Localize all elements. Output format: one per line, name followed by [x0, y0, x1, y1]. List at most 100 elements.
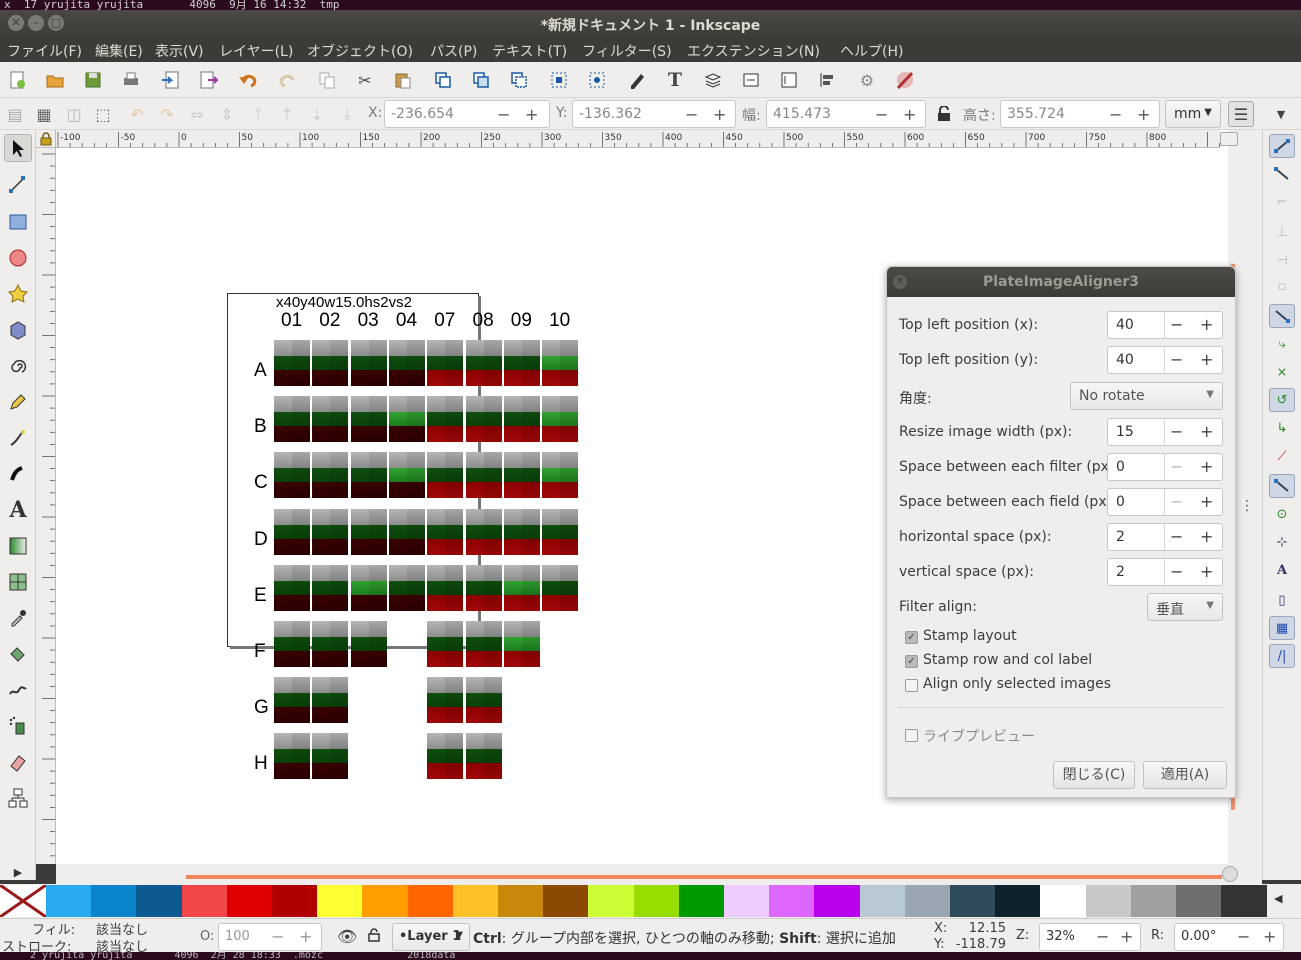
undo-icon[interactable] — [238, 69, 260, 91]
plate-well-image[interactable] — [312, 733, 349, 780]
plate-well-image[interactable] — [388, 452, 425, 499]
lower-icon[interactable]: ⇣ — [306, 103, 328, 125]
plate-well-image[interactable] — [542, 452, 579, 499]
snap-bbox-icon[interactable] — [1269, 162, 1295, 186]
layers-icon[interactable] — [702, 69, 724, 91]
raise-icon[interactable]: ⇡ — [276, 103, 298, 125]
x-decrement-button[interactable]: − — [497, 105, 510, 124]
plate-well-image[interactable] — [388, 340, 425, 386]
plate-well-image[interactable] — [312, 340, 349, 386]
xml-editor-icon[interactable] — [626, 69, 648, 91]
clone-icon[interactable] — [470, 69, 492, 91]
horizontal-space-decrement-button[interactable]: − — [1170, 527, 1183, 546]
rotate-cw-icon[interactable]: ↷ — [156, 103, 178, 125]
snap-text-baseline-icon[interactable]: A — [1269, 558, 1295, 582]
color-swatch[interactable] — [498, 885, 544, 917]
selector-tool-icon[interactable] — [4, 134, 32, 162]
zoom-in-button[interactable]: + — [1120, 927, 1133, 946]
plate-well-image[interactable] — [503, 508, 540, 555]
panel-handle-icon[interactable]: ⋮ — [1240, 498, 1254, 514]
color-swatch[interactable] — [859, 885, 906, 917]
rectangle-tool-icon[interactable] — [4, 208, 32, 236]
plate-well-image[interactable] — [388, 396, 425, 443]
color-swatch[interactable] — [46, 885, 92, 917]
live-preview-checkbox[interactable] — [905, 729, 918, 742]
snap-line-midpoints-icon[interactable]: ⟋ — [1269, 444, 1295, 468]
top-left-x-decrement-button[interactable]: − — [1170, 315, 1183, 334]
color-swatch[interactable] — [904, 885, 951, 917]
lock-ratio-icon[interactable] — [933, 103, 955, 125]
resize-width-increment-button[interactable]: + — [1200, 422, 1213, 441]
plate-well-image[interactable] — [503, 564, 540, 611]
color-swatch[interactable] — [769, 885, 815, 917]
vertical-space-input[interactable]: 2 − + — [1107, 558, 1223, 586]
plate-well-image[interactable] — [542, 340, 579, 386]
plate-well-image[interactable] — [312, 621, 349, 667]
select-all-layers-icon[interactable]: ▦ — [33, 103, 55, 125]
color-swatch[interactable] — [543, 885, 589, 917]
menu-help[interactable]: ヘルプ(H) — [840, 41, 903, 61]
horizontal-space-increment-button[interactable]: + — [1200, 527, 1213, 546]
toolbox-expand-icon[interactable]: ▶ — [4, 858, 32, 886]
color-swatch[interactable] — [1130, 885, 1177, 917]
opacity-field[interactable]: 100 − + — [218, 923, 322, 951]
plate-well-image[interactable] — [350, 396, 387, 443]
redo-icon[interactable] — [276, 69, 298, 91]
align-selected-checkbox[interactable] — [905, 679, 918, 692]
gradient-tool-icon[interactable] — [4, 532, 32, 560]
save-document-icon[interactable] — [82, 69, 104, 91]
snap-bbox-corner-icon[interactable]: ⊥ — [1269, 220, 1295, 244]
current-layer-select[interactable]: •Layer 1 ▼ — [392, 923, 470, 951]
spiral-tool-icon[interactable] — [4, 352, 32, 380]
y-increment-button[interactable]: + — [713, 105, 726, 124]
duplicate-icon[interactable] — [432, 69, 454, 91]
plate-well-image[interactable] — [274, 621, 310, 667]
plate-well-image[interactable] — [427, 340, 464, 386]
y-decrement-button[interactable]: − — [685, 105, 698, 124]
snap-enable-icon[interactable] — [1269, 134, 1295, 158]
color-swatch[interactable] — [362, 885, 409, 917]
field-space-input[interactable]: 0 − + — [1107, 488, 1223, 516]
menu-text[interactable]: テキスト(T) — [492, 41, 567, 61]
width-decrement-button[interactable]: − — [875, 105, 888, 124]
horizontal-space-input[interactable]: 2 − + — [1107, 523, 1223, 551]
top-left-y-increment-button[interactable]: + — [1200, 350, 1213, 369]
resize-width-input[interactable]: 15 − + — [1107, 418, 1223, 446]
snap-smooth-nodes-icon[interactable]: ↳ — [1269, 416, 1295, 440]
x-increment-button[interactable]: + — [525, 105, 538, 124]
color-swatch[interactable] — [452, 885, 499, 917]
menu-object[interactable]: オブジェクト(O) — [307, 41, 413, 61]
plate-well-image[interactable] — [350, 621, 387, 667]
plate-well-image[interactable] — [465, 564, 502, 611]
plate-well-image[interactable] — [274, 564, 310, 611]
snap-path-intersection-icon[interactable]: ⨯ — [1269, 360, 1295, 384]
plate-well-image[interactable] — [427, 452, 464, 499]
opacity-decrement-button[interactable]: − — [271, 927, 284, 946]
menu-layer[interactable]: レイヤー(L) — [219, 41, 293, 61]
top-left-y-decrement-button[interactable]: − — [1170, 350, 1183, 369]
resize-width-decrement-button[interactable]: − — [1170, 422, 1183, 441]
color-swatch[interactable] — [633, 885, 680, 917]
filter-space-increment-button[interactable]: + — [1200, 457, 1213, 476]
plate-well-image[interactable] — [465, 621, 502, 667]
spray-tool-icon[interactable] — [4, 712, 32, 740]
mesh-tool-icon[interactable] — [4, 568, 32, 596]
plate-well-image[interactable] — [542, 508, 579, 555]
raise-to-top-icon[interactable]: ⤒ — [247, 103, 269, 125]
transform-options-icon[interactable]: ☰ — [1228, 101, 1254, 127]
plate-well-image[interactable] — [427, 508, 464, 555]
zoom-field[interactable]: 32% − + — [1039, 923, 1141, 951]
opacity-increment-button[interactable]: + — [299, 927, 312, 946]
plate-well-image[interactable] — [274, 452, 310, 499]
height-decrement-button[interactable]: − — [1109, 105, 1122, 124]
import-icon[interactable] — [160, 69, 182, 91]
plate-well-image[interactable] — [427, 733, 464, 780]
plate-well-image[interactable] — [503, 452, 540, 499]
horizontal-scrollbar[interactable] — [186, 875, 1222, 879]
plate-well-image[interactable] — [465, 677, 502, 724]
select-all-icon[interactable]: ▤ — [4, 103, 26, 125]
plate-well-image[interactable] — [312, 564, 349, 611]
color-swatch[interactable] — [950, 885, 996, 917]
3d-box-tool-icon[interactable] — [4, 316, 32, 344]
plate-well-image[interactable] — [274, 396, 310, 443]
